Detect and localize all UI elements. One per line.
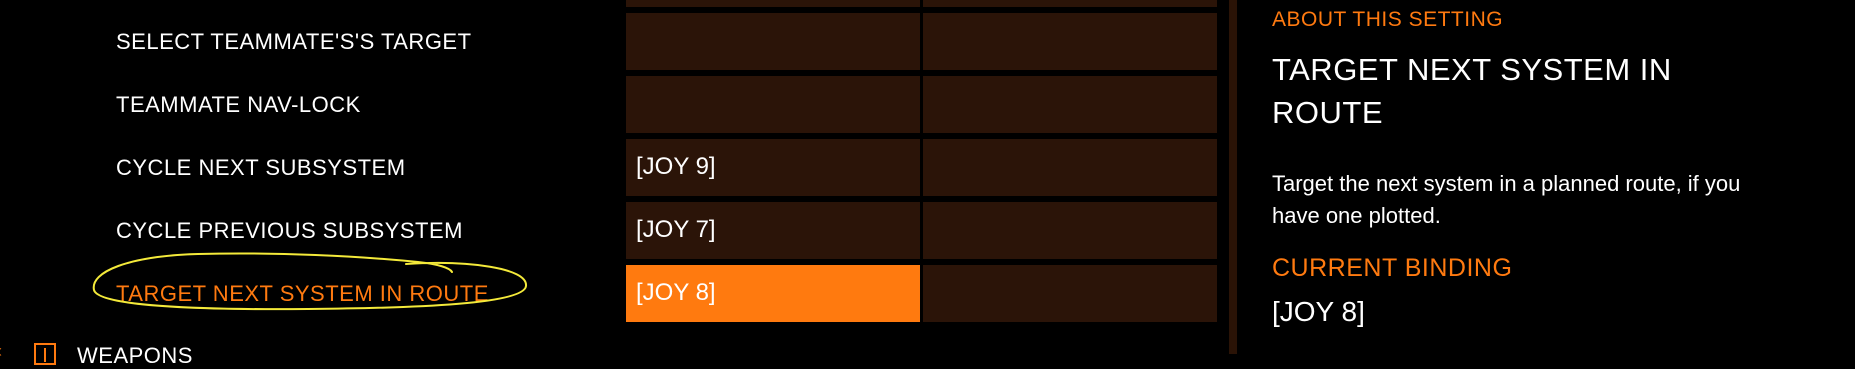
binding-cell-secondary-teammate-nav-lock[interactable] xyxy=(923,76,1217,133)
current-binding-heading: CURRENT BINDING xyxy=(1272,254,1513,282)
row-label-teammate-nav-lock[interactable]: TEAMMATE NAV-LOCK xyxy=(116,92,361,118)
about-description: Target the next system in a planned rout… xyxy=(1272,171,1741,228)
binding-cell-primary-previous-row[interactable] xyxy=(626,0,920,7)
chevron-left-icon: ‹ xyxy=(0,341,2,361)
row-label-cycle-next-subsystem[interactable]: CYCLE NEXT SUBSYSTEM xyxy=(116,155,406,181)
binding-cell-primary-select-teammates-target[interactable] xyxy=(626,13,920,70)
binding-cell-secondary-select-teammates-target[interactable] xyxy=(923,13,1217,70)
about-title: TARGET NEXT SYSTEM IN ROUTE xyxy=(1272,52,1672,130)
binding-cell-primary-target-next-system-in-route[interactable]: [JOY 8] xyxy=(626,265,920,322)
binding-cell-secondary-previous-row[interactable] xyxy=(923,0,1217,7)
about-panel: ABOUT THIS SETTING TARGET NEXT SYSTEM IN… xyxy=(1272,0,1832,354)
binding-cell-primary-cycle-previous-subsystem[interactable]: [JOY 7] xyxy=(626,202,920,259)
about-heading: ABOUT THIS SETTING xyxy=(1272,8,1504,31)
binding-cell-primary-cycle-next-subsystem[interactable]: [JOY 9] xyxy=(626,139,920,196)
row-label-target-next-system-in-route[interactable]: TARGET NEXT SYSTEM IN ROUTE xyxy=(116,281,489,307)
binding-labels: SELECT TEAMMATE'S'S TARGET TEAMMATE NAV-… xyxy=(0,0,620,354)
row-label-cycle-previous-subsystem[interactable]: CYCLE PREVIOUS SUBSYSTEM xyxy=(116,218,463,244)
binding-cell-secondary-cycle-next-subsystem[interactable] xyxy=(923,139,1217,196)
row-label-select-teammates-target[interactable]: SELECT TEAMMATE'S'S TARGET xyxy=(116,29,472,55)
binding-cell-secondary-cycle-previous-subsystem[interactable] xyxy=(923,202,1217,259)
binding-cell-secondary-target-next-system-in-route[interactable] xyxy=(923,265,1217,322)
section-label-weapons: WEAPONS xyxy=(77,343,193,368)
expand-toggle-icon[interactable] xyxy=(34,343,56,365)
list-scrollbar[interactable] xyxy=(1229,0,1237,354)
current-binding-value: [JOY 8] xyxy=(1272,296,1365,327)
binding-cell-primary-teammate-nav-lock[interactable] xyxy=(626,76,920,133)
